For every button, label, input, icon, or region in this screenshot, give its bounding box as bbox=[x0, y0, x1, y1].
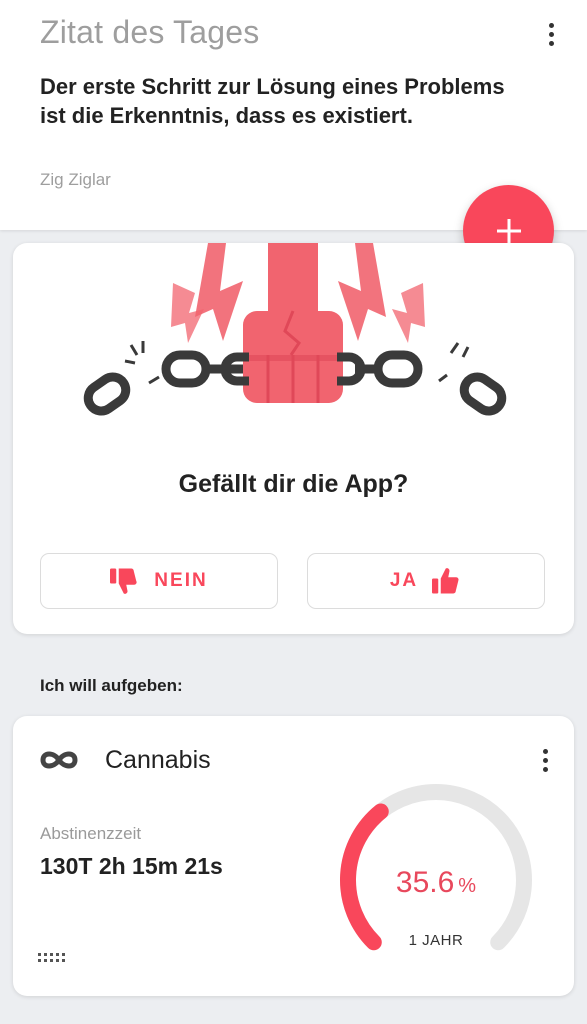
progress-period: 1 JAHR bbox=[408, 932, 464, 949]
quote-author: Zig Ziglar bbox=[40, 170, 111, 189]
rate-question: Gefällt dir die App? bbox=[178, 470, 409, 498]
more-dot bbox=[548, 40, 554, 46]
quote-text: Der erste Schritt zur Lösung eines Probl… bbox=[40, 74, 505, 128]
more-dot bbox=[542, 766, 548, 772]
thumbs-up-icon bbox=[432, 568, 459, 594]
yes-button-label: JA bbox=[389, 570, 419, 591]
thumbs-down-icon bbox=[110, 568, 137, 594]
progress-unit: % bbox=[458, 875, 477, 897]
habit-card[interactable]: Cannabis Abstinenzzeit 130T 2h 15m 21s 3… bbox=[13, 716, 574, 996]
infinity-icon bbox=[40, 751, 78, 769]
no-button-label: NEIN bbox=[154, 570, 208, 591]
progress-percentage: 35.6% bbox=[331, 866, 541, 900]
abstinence-value: 130T 2h 15m 21s bbox=[40, 853, 223, 879]
habit-name: Cannabis bbox=[105, 746, 211, 774]
yes-button[interactable]: JA bbox=[307, 553, 545, 609]
quote-header: Zitat des Tages bbox=[40, 14, 260, 50]
quote-more-options-button[interactable] bbox=[537, 16, 565, 52]
abstinence-label: Abstinenzzeit bbox=[40, 824, 142, 843]
more-dot bbox=[542, 748, 548, 754]
no-button[interactable]: NEIN bbox=[40, 553, 278, 609]
plus-icon bbox=[496, 218, 521, 243]
progress-value: 35.6 bbox=[395, 866, 455, 899]
broken-chain-fist-illustration bbox=[83, 243, 507, 416]
habit-more-options-button[interactable] bbox=[531, 742, 559, 778]
more-dot bbox=[548, 22, 554, 28]
rate-app-card: Gefällt dir die App? NEIN JA bbox=[13, 243, 574, 634]
section-title: Ich will aufgeben: bbox=[40, 676, 183, 695]
more-dot bbox=[548, 31, 554, 37]
drag-handle-icon[interactable] bbox=[38, 952, 70, 964]
more-dot bbox=[542, 757, 548, 763]
